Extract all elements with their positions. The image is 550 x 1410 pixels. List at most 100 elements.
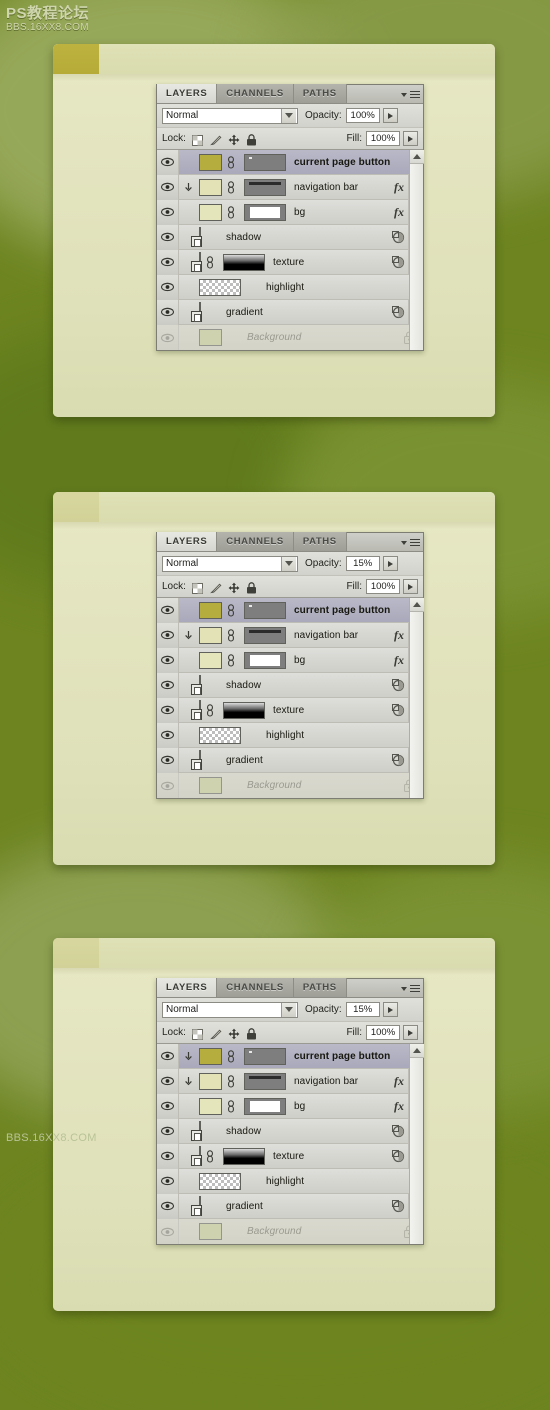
- table-row[interactable]: Background: [157, 773, 423, 798]
- table-row[interactable]: Background: [157, 325, 423, 350]
- layer-effects-fx-icon[interactable]: fx: [394, 1099, 408, 1114]
- tab-channels[interactable]: CHANNELS: [217, 532, 294, 551]
- layer-visibility-toggle[interactable]: [157, 1093, 179, 1119]
- table-row[interactable]: texture: [157, 249, 423, 275]
- layer-thumbnail[interactable]: [199, 1097, 222, 1115]
- layer-name[interactable]: bg: [294, 207, 305, 218]
- layer-list-scrollbar[interactable]: [409, 1044, 424, 1244]
- table-row[interactable]: highlight: [157, 722, 423, 748]
- layer-thumbnail[interactable]: [199, 1223, 222, 1240]
- layer-mask-thumbnail[interactable]: [244, 601, 286, 619]
- layer-visibility-toggle[interactable]: [157, 1168, 179, 1194]
- layer-name[interactable]: texture: [273, 705, 304, 716]
- layer-effects-fx-icon[interactable]: fx: [394, 628, 408, 643]
- layer-mask-icon[interactable]: [392, 1150, 405, 1163]
- fill-input[interactable]: 100%: [366, 579, 400, 594]
- panel-menu-icon[interactable]: [398, 536, 420, 549]
- layer-visibility-toggle[interactable]: [157, 722, 179, 748]
- layer-name[interactable]: navigation bar: [294, 1076, 358, 1087]
- layer-visibility-toggle[interactable]: [157, 249, 179, 275]
- link-chain-icon[interactable]: [225, 628, 236, 642]
- link-chain-icon[interactable]: [204, 255, 215, 269]
- chevron-down-icon[interactable]: [281, 1002, 296, 1017]
- layer-thumbnail[interactable]: [199, 651, 222, 669]
- table-row[interactable]: shadow: [157, 224, 423, 250]
- layer-name[interactable]: shadow: [226, 680, 261, 691]
- tab-layers[interactable]: LAYERS: [157, 532, 218, 551]
- tab-layers[interactable]: LAYERS: [157, 84, 218, 103]
- layer-visibility-toggle[interactable]: [157, 622, 179, 648]
- table-row[interactable]: navigation bar fx: [157, 1068, 423, 1094]
- layer-visibility-toggle[interactable]: [157, 1068, 179, 1094]
- link-chain-icon[interactable]: [225, 1099, 236, 1113]
- layer-effects-fx-icon[interactable]: fx: [394, 205, 408, 220]
- layer-visibility-toggle[interactable]: [157, 647, 179, 673]
- layer-thumbnail[interactable]: [199, 329, 222, 346]
- tab-channels[interactable]: CHANNELS: [217, 978, 294, 997]
- layer-name[interactable]: current page button: [294, 157, 390, 168]
- table-row[interactable]: bg fx: [157, 647, 423, 673]
- layer-name[interactable]: current page button: [294, 605, 390, 616]
- layer-name[interactable]: texture: [273, 1151, 304, 1162]
- layer-visibility-toggle[interactable]: [157, 697, 179, 723]
- panel-menu-icon[interactable]: [398, 88, 420, 101]
- link-chain-icon[interactable]: [225, 1074, 236, 1088]
- layer-mask-icon[interactable]: [392, 1125, 405, 1138]
- link-chain-icon[interactable]: [204, 1149, 215, 1163]
- tab-paths[interactable]: PATHS: [293, 978, 347, 997]
- tab-channels[interactable]: CHANNELS: [217, 84, 294, 103]
- layer-visibility-toggle[interactable]: [157, 672, 179, 698]
- layer-name[interactable]: Background: [247, 332, 301, 343]
- current-page-button[interactable]: [53, 938, 99, 968]
- layer-visibility-toggle[interactable]: [157, 1143, 179, 1169]
- layer-name[interactable]: highlight: [266, 1176, 304, 1187]
- layer-visibility-toggle[interactable]: [157, 1043, 179, 1069]
- layer-visibility-toggle[interactable]: [157, 149, 179, 175]
- layer-mask-thumbnail[interactable]: [244, 1097, 286, 1115]
- current-page-button[interactable]: [53, 44, 99, 74]
- scroll-up-arrow-icon[interactable]: [410, 150, 424, 164]
- layer-mask-icon[interactable]: [392, 679, 405, 692]
- layer-name[interactable]: gradient: [226, 1201, 263, 1212]
- lock-position-icon[interactable]: [228, 133, 240, 146]
- layer-visibility-toggle[interactable]: [157, 1118, 179, 1144]
- table-row[interactable]: bg fx: [157, 1093, 423, 1119]
- layer-thumbnail[interactable]: [199, 278, 241, 296]
- layer-visibility-toggle[interactable]: [157, 325, 179, 350]
- layer-visibility-toggle[interactable]: [157, 299, 179, 325]
- layer-name[interactable]: highlight: [266, 730, 304, 741]
- layer-thumbnail[interactable]: [199, 1047, 222, 1065]
- table-row[interactable]: highlight: [157, 1168, 423, 1194]
- link-chain-icon[interactable]: [225, 155, 236, 169]
- layer-visibility-toggle[interactable]: [157, 1193, 179, 1219]
- layer-name[interactable]: bg: [294, 655, 305, 666]
- layer-effects-fx-icon[interactable]: fx: [394, 1074, 408, 1089]
- layer-mask-icon[interactable]: [392, 754, 405, 767]
- table-row[interactable]: highlight: [157, 274, 423, 300]
- blend-mode-select[interactable]: Normal: [162, 1001, 298, 1018]
- lock-position-icon[interactable]: [228, 1027, 240, 1040]
- layer-thumbnail[interactable]: [199, 153, 222, 171]
- lock-image-pixels-icon[interactable]: [210, 133, 222, 146]
- lock-image-pixels-icon[interactable]: [210, 581, 222, 594]
- layer-thumbnail[interactable]: [199, 203, 222, 221]
- scroll-up-arrow-icon[interactable]: [410, 598, 424, 612]
- layer-effects-fx-icon[interactable]: fx: [394, 180, 408, 195]
- layer-mask-thumbnail[interactable]: [244, 1072, 286, 1090]
- table-row[interactable]: current page button: [157, 149, 423, 175]
- layer-name[interactable]: highlight: [266, 282, 304, 293]
- fill-slider-button[interactable]: [403, 1025, 418, 1040]
- layer-thumbnail[interactable]: [199, 178, 222, 196]
- layer-mask-thumbnail[interactable]: [223, 253, 265, 271]
- layer-mask-thumbnail[interactable]: [223, 701, 265, 719]
- layer-visibility-toggle[interactable]: [157, 274, 179, 300]
- tab-paths[interactable]: PATHS: [293, 84, 347, 103]
- tab-paths[interactable]: PATHS: [293, 532, 347, 551]
- layer-name[interactable]: Background: [247, 780, 301, 791]
- scroll-up-arrow-icon[interactable]: [410, 1044, 424, 1058]
- table-row[interactable]: texture: [157, 1143, 423, 1169]
- lock-image-pixels-icon[interactable]: [210, 1027, 222, 1040]
- table-row[interactable]: shadow: [157, 1118, 423, 1144]
- layer-mask-icon[interactable]: [392, 1200, 405, 1213]
- layer-visibility-toggle[interactable]: [157, 773, 179, 798]
